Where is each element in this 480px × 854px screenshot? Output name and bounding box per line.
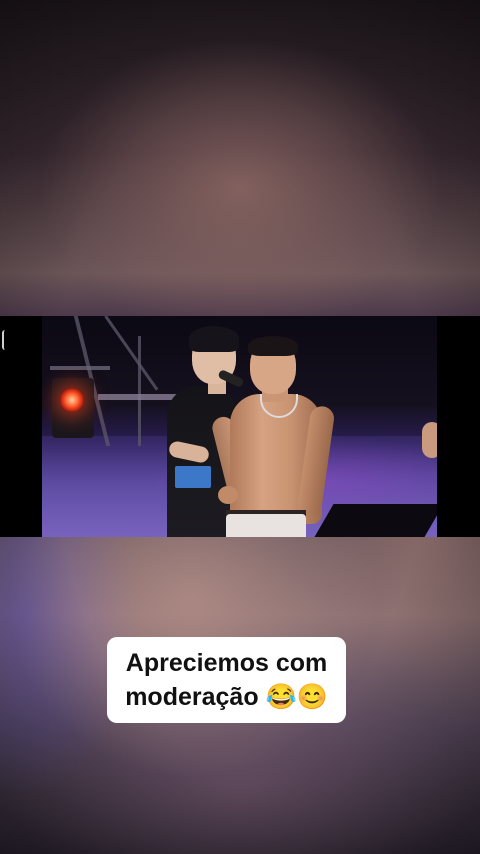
stage-truss <box>138 336 141 446</box>
edge-artifact <box>2 330 8 350</box>
performer-center-hand <box>218 486 238 504</box>
performer-left-shirt-stripe <box>175 466 211 488</box>
stage-truss <box>104 316 159 391</box>
performer-center-pants <box>226 514 306 537</box>
stage-lamp <box>60 388 84 412</box>
stage-truss <box>98 394 178 400</box>
caption-line-1: Apreciemos com <box>125 649 328 677</box>
video-frame[interactable] <box>0 316 480 537</box>
stage-truss <box>50 366 110 370</box>
performer-right-edge <box>422 422 437 458</box>
performer-left-hair <box>189 326 239 352</box>
stage-speaker <box>310 504 437 537</box>
video-scene <box>42 316 437 537</box>
caption-box: Apreciemos com moderação 😂😊 <box>107 637 346 723</box>
caption-line-2: moderação 😂😊 <box>125 683 328 711</box>
performer-center-hair <box>248 336 298 356</box>
